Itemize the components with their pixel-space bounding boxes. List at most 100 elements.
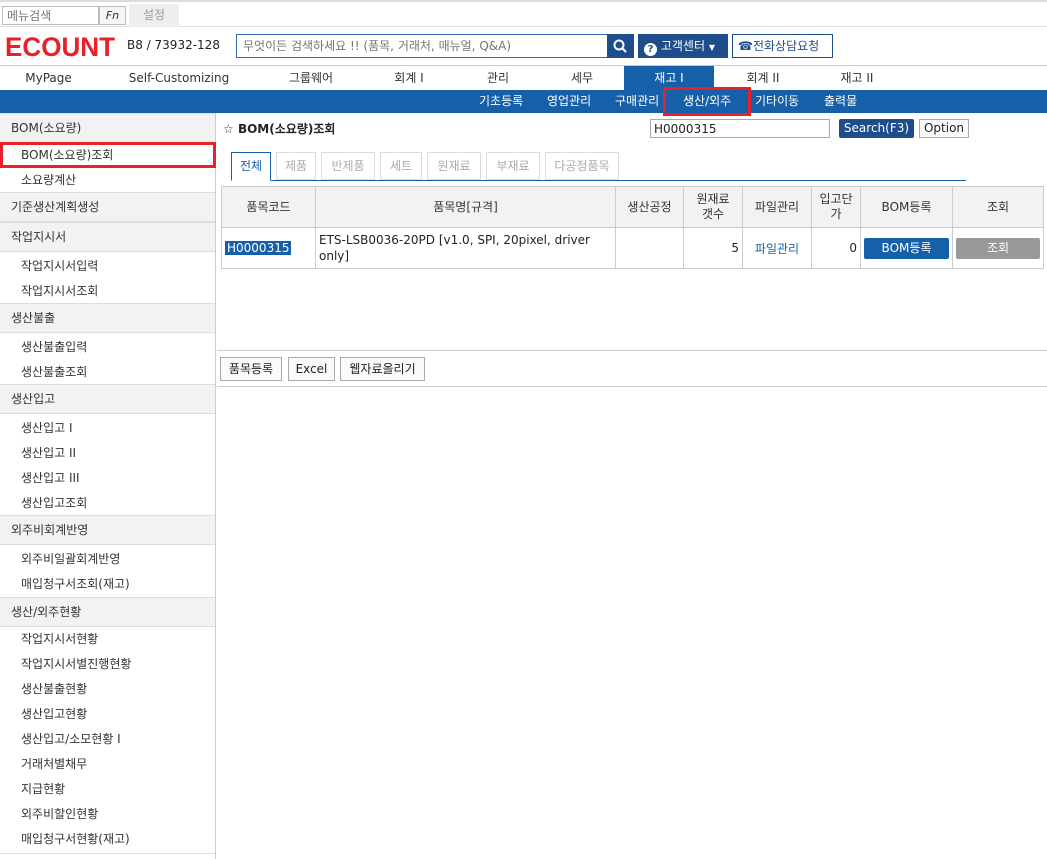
subnav-highlight-box	[663, 87, 751, 116]
menu-search-input[interactable]	[2, 6, 99, 25]
top-strip: Fn 설정	[0, 0, 1047, 27]
sidebar-group-outsourcing-accounting[interactable]: 외주비회계반영	[0, 515, 215, 545]
search-button[interactable]	[607, 34, 634, 58]
nav-inventory-2[interactable]: 재고 II	[822, 66, 892, 90]
sidebar-item-payment-status[interactable]: 지급현황	[21, 781, 65, 797]
col-header-item-code[interactable]: 품목코드	[221, 186, 316, 228]
cell-unit-price: 0	[811, 227, 861, 269]
sidebar-group-base-plan[interactable]: 기준생산계획생성	[0, 192, 215, 222]
tab-semi-product[interactable]: 반제품	[321, 152, 375, 180]
view-button[interactable]: 조회	[956, 237, 1040, 259]
sidebar-selected-highlight	[0, 142, 216, 168]
cell-file-manage: 파일관리	[742, 227, 812, 269]
sidebar-item-receipt-consumption-status[interactable]: 생산입고/소모현황 I	[21, 731, 121, 747]
sidebar-item-outsourcing-discount[interactable]: 외주비할인현황	[21, 806, 98, 822]
logo-text: ECOUNT	[5, 32, 115, 60]
sidebar-item-production-issue-lookup[interactable]: 생산불출조회	[21, 364, 87, 380]
nav-self-customizing[interactable]: Self-Customizing	[115, 66, 243, 90]
global-search-input[interactable]	[236, 34, 608, 58]
sidebar-item-production-receipt-2[interactable]: 생산입고 II	[21, 445, 76, 461]
col-header-unit-price[interactable]: 입고단가	[811, 186, 861, 228]
bom-grid: 품목코드 품목명[규격] 생산공정 원재료 갯수 파일관리 입고단가 BOM등록…	[221, 186, 1044, 269]
col-header-bom-register[interactable]: BOM등록	[860, 186, 953, 228]
subnav-purchase-management[interactable]: 구매관리	[615, 90, 659, 113]
favorite-star-icon[interactable]: ☆	[223, 122, 234, 136]
sidebar-item-production-receipt-lookup[interactable]: 생산입고조회	[21, 495, 87, 511]
nav-accounting-1[interactable]: 회계 I	[378, 66, 440, 90]
tab-product[interactable]: 제품	[276, 152, 316, 180]
col-header-view[interactable]: 조회	[952, 186, 1044, 228]
sidebar-bottom-divider	[0, 853, 215, 854]
sidebar-item-purchase-invoice-lookup[interactable]: 매입청구서조회(재고)	[21, 576, 130, 592]
subnav-basic-registration[interactable]: 기초등록	[479, 90, 523, 113]
item-code-link[interactable]: H0000315	[225, 241, 292, 255]
phone-consult-label: 전화상담요청	[752, 39, 820, 53]
file-manage-link[interactable]: 파일관리	[755, 242, 799, 256]
company-code: B8 / 73932-128	[127, 38, 220, 52]
subnav-sales-management[interactable]: 영업관리	[547, 90, 591, 113]
cell-process	[615, 227, 684, 269]
item-register-button[interactable]: 품목등록	[220, 357, 282, 381]
item-code-input[interactable]	[650, 119, 830, 138]
sidebar-item-work-order-input[interactable]: 작업지시서입력	[21, 258, 98, 274]
tab-sub-material[interactable]: 부재료	[486, 152, 540, 180]
nav-management[interactable]: 관리	[468, 66, 528, 90]
page-title: ☆ BOM(소요량)조회	[223, 120, 335, 137]
phone-icon: ☎	[738, 39, 753, 53]
col-header-item-name[interactable]: 품목명[규격]	[315, 186, 616, 228]
category-tabs: 전체 제품 반제품 세트 원재료 부재료 다공정품목	[231, 152, 966, 181]
nav-tax[interactable]: 세무	[552, 66, 612, 90]
sidebar-group-production-issue[interactable]: 생산불출	[0, 303, 215, 333]
customer-center-button[interactable]: ? 고객센터 ▼	[638, 34, 728, 58]
excel-button[interactable]: Excel	[288, 357, 335, 381]
sidebar-item-production-receipt-status[interactable]: 생산입고현황	[21, 706, 87, 722]
settings-tab[interactable]: 설정	[129, 4, 179, 27]
tab-all[interactable]: 전체	[231, 152, 271, 181]
sidebar-item-production-issue-input[interactable]: 생산불출입력	[21, 339, 87, 355]
bottom-action-bar: 품목등록 Excel 웹자료올리기	[217, 351, 1047, 387]
sidebar-group-production-status[interactable]: 생산/외주현황	[0, 597, 215, 627]
sidebar-group-work-order[interactable]: 작업지시서	[0, 222, 215, 252]
sidebar-item-outsourcing-batch[interactable]: 외주비일괄회계반영	[21, 551, 120, 567]
sub-nav: 기초등록 영업관리 구매관리 생산/외주 기타이동 출력물	[0, 90, 1047, 113]
subnav-printouts[interactable]: 출력물	[824, 90, 857, 113]
caret-down-icon: ▼	[708, 43, 715, 52]
web-upload-button[interactable]: 웹자료올리기	[340, 357, 425, 381]
grid-divider	[217, 350, 1047, 351]
table-header-row: 품목코드 품목명[규격] 생산공정 원재료 갯수 파일관리 입고단가 BOM등록…	[221, 186, 1044, 228]
sidebar-item-requirement-calc[interactable]: 소요량계산	[21, 172, 76, 188]
col-header-file-manage[interactable]: 파일관리	[742, 186, 812, 228]
sidebar-item-production-receipt-3[interactable]: 생산입고 III	[21, 470, 80, 486]
sidebar-item-work-order-progress[interactable]: 작업지시서별진행현황	[21, 656, 131, 672]
phone-consult-button[interactable]: ☎전화상담요청	[732, 34, 833, 58]
page-root: Fn 설정 ECOUNT B8 / 73932-128 ? 고객센터 ▼ ☎전화…	[0, 0, 1047, 859]
bom-register-button[interactable]: BOM등록	[864, 237, 949, 259]
cell-bom-register: BOM등록	[860, 227, 953, 269]
nav-mypage[interactable]: MyPage	[0, 66, 97, 90]
sidebar-item-work-order-lookup[interactable]: 작업지시서조회	[21, 283, 98, 299]
col-header-material-count[interactable]: 원재료 갯수	[683, 186, 743, 228]
tab-set[interactable]: 세트	[380, 152, 422, 180]
fn-button[interactable]: Fn	[99, 6, 126, 25]
ecount-logo[interactable]: ECOUNT	[5, 32, 117, 60]
search-f3-button[interactable]: Search(F3)	[839, 119, 914, 138]
cell-item-code[interactable]: H0000315	[221, 227, 316, 269]
sidebar: BOM(소요량) BOM(소요량)조회 소요량계산 기준생산계획생성 작업지시서…	[0, 113, 216, 859]
option-button[interactable]: Option	[919, 119, 969, 138]
tab-raw-material[interactable]: 원재료	[427, 152, 481, 180]
cell-material-count: 5	[683, 227, 743, 269]
help-icon: ?	[644, 43, 657, 56]
nav-groupware[interactable]: 그룹웨어	[270, 66, 352, 90]
sidebar-item-work-order-status[interactable]: 작업지시서현황	[21, 631, 98, 647]
sidebar-item-production-issue-status[interactable]: 생산불출현황	[21, 681, 87, 697]
main-content: ☆ BOM(소요량)조회 Search(F3) Option 전체 제품 반제품…	[217, 113, 1047, 859]
sidebar-group-production-receipt[interactable]: 생산입고	[0, 384, 215, 414]
col-header-process[interactable]: 생산공정	[615, 186, 684, 228]
sidebar-item-production-receipt-1[interactable]: 생산입고 I	[21, 420, 73, 436]
tab-multi-process[interactable]: 다공정품목	[545, 152, 619, 180]
sidebar-group-bom[interactable]: BOM(소요량)	[0, 113, 215, 143]
cell-view: 조회	[952, 227, 1044, 269]
subnav-other-transfer[interactable]: 기타이동	[755, 90, 799, 113]
sidebar-item-vendor-payables[interactable]: 거래처별채무	[21, 756, 87, 772]
sidebar-item-purchase-invoice-status[interactable]: 매입청구서현황(재고)	[21, 831, 130, 847]
